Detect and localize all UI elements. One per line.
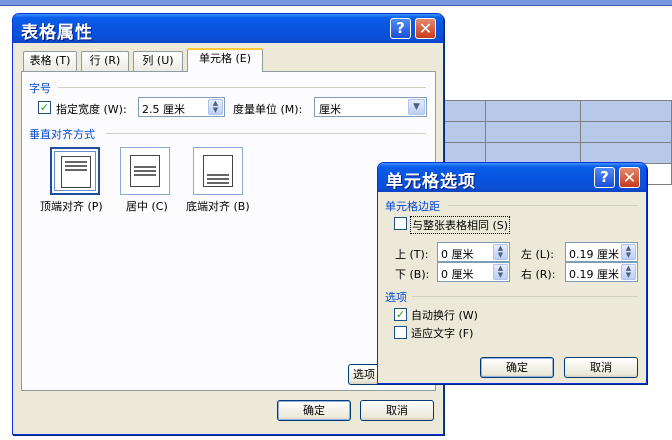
spinner-arrows-icon[interactable]: ▲ ▼ [493, 264, 508, 280]
dialog-title: 单元格选项 [386, 172, 476, 192]
spinner-arrows-icon[interactable]: ▲ ▼ [621, 264, 636, 280]
specify-width-checkbox[interactable]: ✓ [38, 101, 51, 114]
ok-button[interactable]: 确定 [480, 357, 554, 378]
align-top-option[interactable] [50, 147, 100, 195]
group-divider [448, 205, 638, 206]
unit-value: 厘米 [319, 103, 341, 116]
align-bottom-option[interactable] [193, 147, 243, 195]
align-center-option[interactable] [120, 147, 170, 195]
group-divider [58, 87, 426, 88]
dialog-title: 表格属性 [21, 23, 93, 43]
document-top-bar [0, 0, 672, 6]
cell-tab-panel [21, 71, 436, 391]
right-margin-spinner[interactable]: 0.19 厘米 ▲ ▼ [565, 262, 638, 282]
size-group-header: 字号 [29, 82, 51, 95]
group-divider [412, 296, 638, 297]
right-margin-label: 右 (R): [521, 268, 556, 281]
top-margin-value: 0 厘米 [441, 248, 474, 261]
cancel-button[interactable]: 取消 [360, 400, 434, 421]
tab-row[interactable]: 行 (R) [81, 51, 129, 71]
align-top-label: 顶端对齐 (P) [40, 200, 103, 213]
top-margin-label: 上 (T): [395, 248, 429, 261]
title-bar[interactable]: 表格属性 ? ✕ [13, 14, 443, 43]
ok-button[interactable]: 确定 [277, 400, 351, 421]
top-margin-spinner[interactable]: 0 厘米 ▲ ▼ [437, 242, 510, 262]
tab-cell[interactable]: 单元格 (E) [187, 48, 263, 72]
left-margin-spinner[interactable]: 0.19 厘米 ▲ ▼ [565, 242, 638, 262]
spinner-arrows-icon[interactable]: ▲ ▼ [208, 99, 223, 115]
help-button[interactable]: ? [390, 18, 411, 39]
bottom-margin-value: 0 厘米 [441, 268, 474, 281]
table-row[interactable] [440, 142, 672, 164]
group-divider [106, 133, 426, 134]
align-center-label: 居中 (C) [126, 200, 168, 213]
bottom-margin-label: 下 (B): [395, 268, 430, 281]
chevron-down-icon[interactable]: ▼ [408, 99, 425, 115]
align-top-icon [61, 156, 91, 188]
wrap-text-label: 自动换行 (W) [411, 309, 478, 322]
right-margin-value: 0.19 厘米 [569, 268, 619, 281]
fit-text-label: 适应文字 (F) [411, 327, 474, 340]
left-margin-value: 0.19 厘米 [569, 248, 619, 261]
wrap-text-checkbox[interactable]: ✓ [394, 308, 407, 321]
help-button[interactable]: ? [594, 167, 615, 188]
unit-combobox[interactable]: 厘米 ▼ [314, 97, 427, 117]
spinner-arrows-icon[interactable]: ▲ ▼ [493, 244, 508, 260]
bottom-margin-spinner[interactable]: 0 厘米 ▲ ▼ [437, 262, 510, 282]
align-center-icon [130, 155, 160, 187]
close-button[interactable]: ✕ [415, 18, 436, 39]
left-margin-label: 左 (L): [521, 248, 554, 261]
unit-label: 度量单位 (M): [233, 103, 303, 116]
cancel-button[interactable]: 取消 [564, 357, 638, 378]
same-as-table-checkbox[interactable] [394, 217, 407, 230]
title-bar[interactable]: 单元格选项 ? ✕ [378, 163, 646, 192]
tab-table[interactable]: 表格 (T) [23, 51, 77, 71]
options-group-header: 选项 [385, 291, 407, 304]
table-row[interactable] [440, 100, 672, 122]
specify-width-label: 指定宽度 (W): [56, 103, 127, 116]
width-value: 2.5 厘米 [142, 103, 185, 116]
align-bottom-label: 底端对齐 (B) [186, 200, 250, 213]
spinner-arrows-icon[interactable]: ▲ ▼ [621, 244, 636, 260]
tab-column[interactable]: 列 (U) [133, 51, 183, 71]
width-spinner[interactable]: 2.5 厘米 ▲ ▼ [138, 97, 225, 117]
close-button[interactable]: ✕ [619, 167, 640, 188]
same-as-table-label: 与整张表格相同 (S) [410, 216, 511, 234]
align-bottom-icon [203, 155, 233, 187]
valign-group-header: 垂直对齐方式 [29, 128, 95, 141]
margins-group-header: 单元格边距 [385, 200, 440, 213]
fit-text-checkbox[interactable] [394, 326, 407, 339]
table-row[interactable] [440, 121, 672, 143]
